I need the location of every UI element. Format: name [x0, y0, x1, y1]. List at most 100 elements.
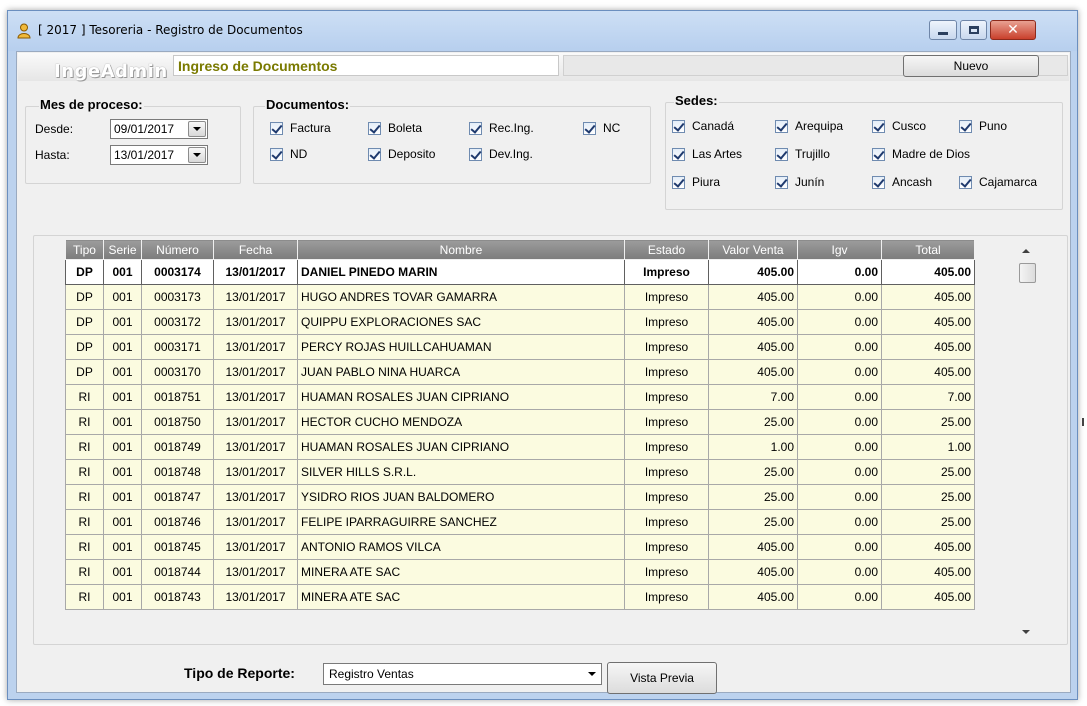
col-numero[interactable]: Número — [141, 239, 214, 260]
checkbox-nd[interactable]: ND — [270, 147, 307, 161]
table-row[interactable]: DP 001 0003170 13/01/2017 JUAN PABLO NINA HU… — [65, 359, 975, 385]
chevron-down-icon — [193, 127, 201, 131]
checkbox-label: ND — [290, 147, 308, 161]
scroll-up-icon[interactable] — [1022, 249, 1030, 253]
checkbox-madre-de-dios[interactable]: Madre de Dios — [872, 147, 970, 161]
table-row[interactable]: RI 001 0018745 13/01/2017 ANTONIO RAMOS VILC… — [65, 534, 975, 560]
checkbox-dev-ing[interactable]: Dev.Ing. — [469, 147, 533, 161]
checkbox-cusco[interactable]: Cusco — [872, 119, 926, 133]
minimize-icon — [938, 31, 948, 35]
checkbox-canada[interactable]: Canadá — [672, 119, 734, 133]
table-cell-total: 405.00 — [881, 559, 975, 585]
table-cell-estado: Impreso — [624, 334, 709, 360]
table-cell-valor-venta: 405.00 — [708, 334, 798, 360]
table-cell-igv: 0.00 — [797, 584, 882, 610]
col-valor-venta[interactable]: Valor Venta — [708, 239, 798, 260]
minimize-button[interactable] — [929, 20, 957, 40]
nuevo-button[interactable]: Nuevo — [903, 55, 1039, 77]
title-bar[interactable]: [ 2017 ] Tesoreria - Registro de Documen… — [8, 11, 1077, 51]
table-cell-n-mero: 0018751 — [141, 384, 214, 410]
table-cell-serie: 001 — [103, 284, 142, 310]
hasta-label: Hasta: — [35, 148, 70, 162]
table-cell-valor-venta: 405.00 — [708, 534, 798, 560]
checkbox-arequipa[interactable]: Arequipa — [775, 119, 843, 133]
table-cell-igv: 0.00 — [797, 384, 882, 410]
table-cell-tipo: DP — [65, 284, 104, 310]
checkbox-icon — [672, 175, 685, 189]
table-cell-igv: 0.00 — [797, 534, 882, 560]
table-cell-fecha: 13/01/2017 — [213, 434, 298, 460]
checkbox-deposito[interactable]: Deposito — [368, 147, 435, 161]
table-cell-serie: 001 — [103, 584, 142, 610]
table-row[interactable]: RI 001 0018748 13/01/2017 SILVER HILLS S.R.L… — [65, 459, 975, 485]
table-cell-n-mero: 0003171 — [141, 334, 214, 360]
table-row[interactable]: RI 001 0018744 13/01/2017 MINERA ATE SAC Impr… — [65, 559, 975, 585]
table-row[interactable]: RI 001 0018749 13/01/2017 HUAMAN ROSALES JUA… — [65, 434, 975, 460]
desde-dropdown-button[interactable] — [188, 121, 206, 137]
desde-label: Desde: — [35, 122, 74, 136]
table-cell-tipo: RI — [65, 509, 104, 535]
col-total[interactable]: Total — [881, 239, 975, 260]
hasta-date-field[interactable]: 13/01/2017 — [110, 145, 208, 165]
table-cell-fecha: 13/01/2017 — [213, 309, 298, 335]
edge-mark — [1082, 418, 1084, 426]
table-row[interactable]: DP 001 0003172 13/01/2017 QUIPPU EXPLORACION… — [65, 309, 975, 335]
table-cell-igv: 0.00 — [797, 284, 882, 310]
checkbox-factura[interactable]: Factura — [270, 121, 331, 135]
scroll-down-icon[interactable] — [1022, 630, 1030, 634]
col-estado[interactable]: Estado — [624, 239, 709, 260]
table-cell-tipo: RI — [65, 484, 104, 510]
col-nombre[interactable]: Nombre — [297, 239, 625, 260]
scroll-thumb[interactable] — [1019, 263, 1036, 283]
checkbox-rec-ing[interactable]: Rec.Ing. — [469, 121, 534, 135]
table-row[interactable]: DP 001 0003174 13/01/2017 DANIEL PINEDO MARI… — [65, 259, 975, 285]
col-serie[interactable]: Serie — [103, 239, 142, 260]
table-row[interactable]: RI 001 0018750 13/01/2017 HECTOR CUCHO MENDO… — [65, 409, 975, 435]
hasta-dropdown-button[interactable] — [188, 147, 206, 163]
col-fecha[interactable]: Fecha — [213, 239, 298, 260]
close-button[interactable]: ✕ — [990, 20, 1036, 40]
checkbox-puno[interactable]: Puno — [959, 119, 1007, 133]
tipo-reporte-select[interactable]: Registro Ventas — [323, 663, 602, 685]
checkbox-label: Ancash — [892, 175, 933, 189]
table-row[interactable]: RI 001 0018743 13/01/2017 MINERA ATE SAC Impr… — [65, 584, 975, 610]
checkbox-trujillo[interactable]: Trujillo — [775, 147, 830, 161]
table-scrollbar[interactable] — [1018, 242, 1036, 640]
table-cell-estado: Impreso — [624, 359, 709, 385]
table-cell-valor-venta: 25.00 — [708, 459, 798, 485]
table-cell-tipo: RI — [65, 534, 104, 560]
table-cell-estado: Impreso — [624, 459, 709, 485]
checkbox-ancash[interactable]: Ancash — [872, 175, 932, 189]
checkbox-las-artes[interactable]: Las Artes — [672, 147, 742, 161]
table-row[interactable]: RI 001 0018746 13/01/2017 FELIPE IPARRAGUIRR… — [65, 509, 975, 535]
table-cell-fecha: 13/01/2017 — [213, 559, 298, 585]
checkbox-icon — [672, 119, 685, 133]
col-tipo[interactable]: Tipo — [65, 239, 104, 260]
checkbox-icon — [270, 121, 283, 135]
close-icon: ✕ — [1007, 22, 1019, 38]
table-cell-igv: 0.00 — [797, 334, 882, 360]
table-cell-total: 405.00 — [881, 259, 975, 285]
checkbox-nc[interactable]: NC — [583, 121, 620, 135]
table-row[interactable]: DP 001 0003173 13/01/2017 HUGO ANDRES TOVAR … — [65, 284, 975, 310]
table-row[interactable]: RI 001 0018751 13/01/2017 HUAMAN ROSALES JUA… — [65, 384, 975, 410]
checkbox-cajamarca[interactable]: Cajamarca — [959, 175, 1037, 189]
checkbox-junin[interactable]: Junín — [775, 175, 824, 189]
table-cell-serie: 001 — [103, 259, 142, 285]
desde-date-field[interactable]: 09/01/2017 — [110, 119, 208, 139]
table-row[interactable]: RI 001 0018747 13/01/2017 YSIDRO RIOS JUAN B… — [65, 484, 975, 510]
table-cell-igv: 0.00 — [797, 459, 882, 485]
maximize-button[interactable] — [960, 20, 987, 40]
col-igv[interactable]: Igv — [797, 239, 882, 260]
checkbox-icon — [672, 147, 685, 161]
header-title-box: Ingreso de Documentos — [173, 55, 559, 76]
checkbox-boleta[interactable]: Boleta — [368, 121, 422, 135]
table-cell-serie: 001 — [103, 484, 142, 510]
table-cell-n-mero: 0018746 — [141, 509, 214, 535]
vista-previa-button[interactable]: Vista Previa — [607, 662, 717, 694]
checkbox-piura[interactable]: Piura — [672, 175, 720, 189]
table-cell-total: 25.00 — [881, 459, 975, 485]
checkbox-label: Junín — [795, 175, 825, 189]
table-row[interactable]: DP 001 0003171 13/01/2017 PERCY ROJAS HUILLC… — [65, 334, 975, 360]
table-cell-valor-venta: 405.00 — [708, 559, 798, 585]
